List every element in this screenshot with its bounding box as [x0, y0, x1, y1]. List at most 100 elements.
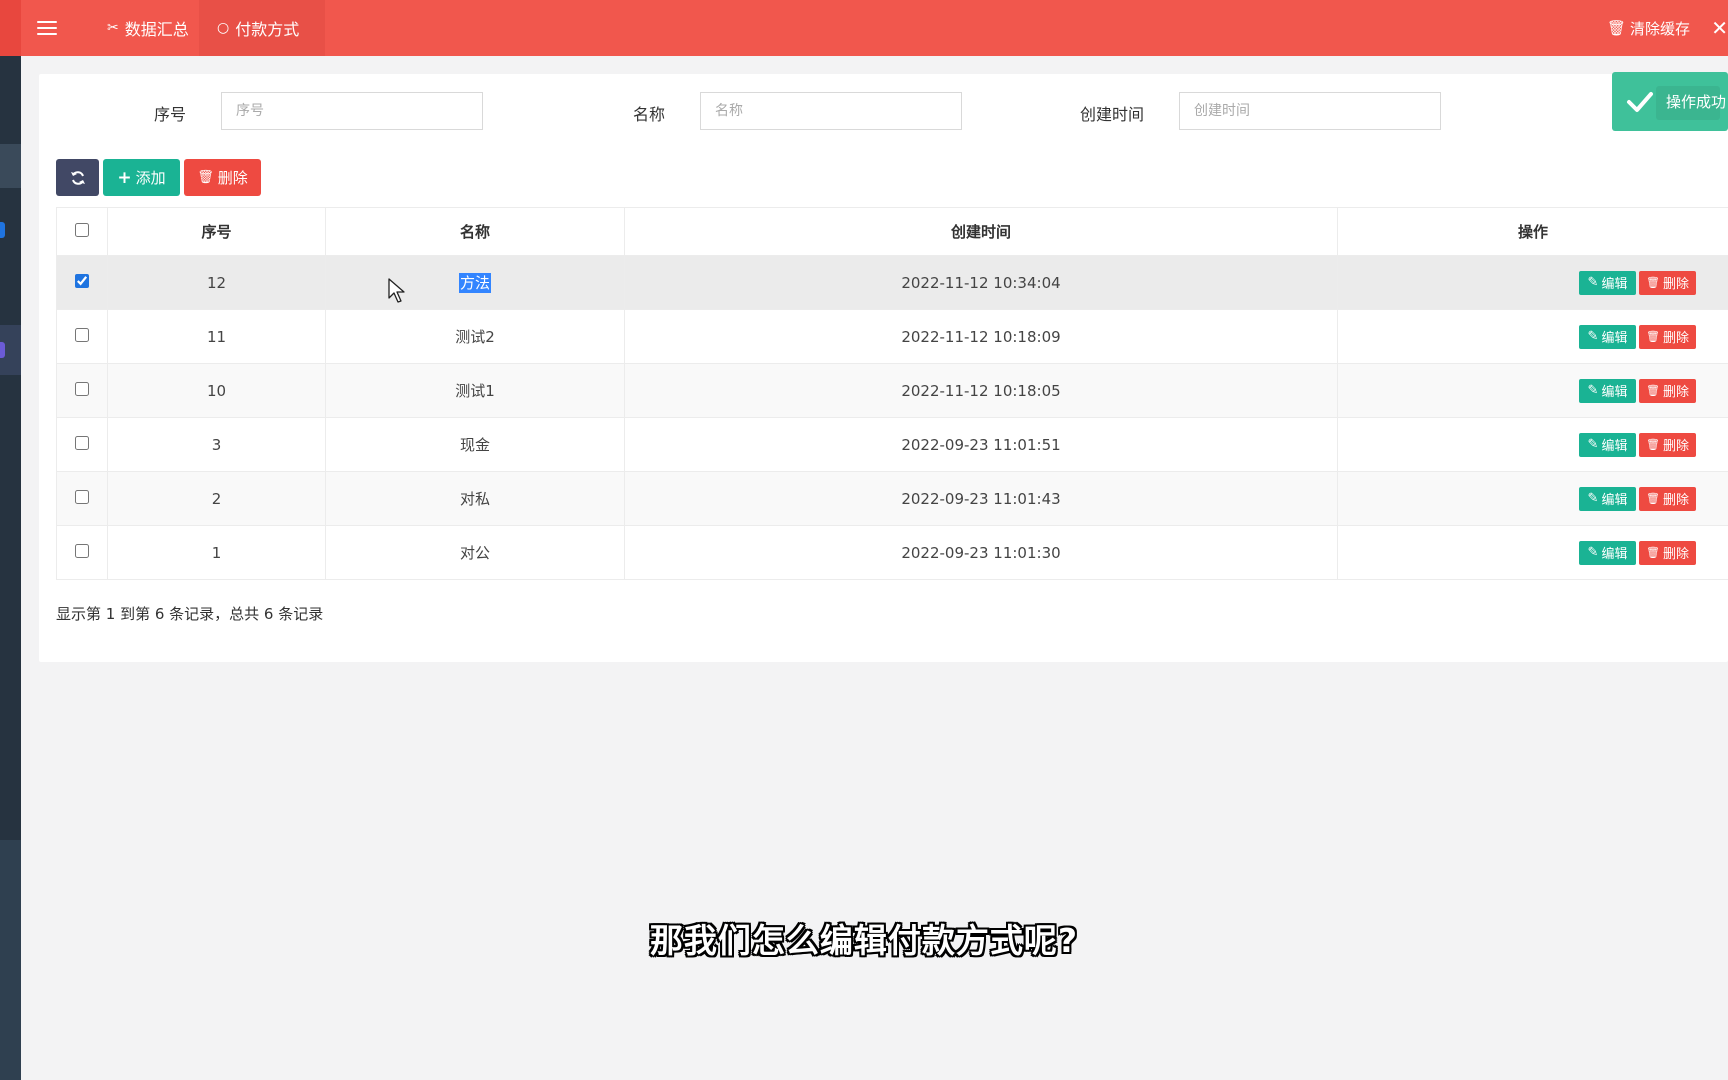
table-row[interactable]: 10 测试1 2022-11-12 10:18:05 ✎ 编辑 🗑 删除: [56, 363, 1728, 418]
hamburger-icon: [37, 21, 57, 23]
row-checkbox[interactable]: [75, 435, 89, 450]
cell-id-text: 2: [211, 489, 222, 508]
row-checkbox[interactable]: [75, 543, 89, 558]
edit-label: 编辑: [1601, 331, 1628, 346]
sidebar-item[interactable]: [0, 144, 21, 188]
cell-name: 方法: [325, 255, 625, 310]
column-header-created[interactable]: 创建时间: [624, 207, 1338, 256]
search-input-name[interactable]: [700, 92, 962, 130]
row-select-cell: [56, 255, 108, 310]
select-all-cell: [56, 207, 108, 256]
cell-created-text: 2022-09-23 11:01:30: [901, 543, 1061, 562]
mouse-cursor-icon: [388, 278, 405, 303]
row-select-cell: [56, 363, 108, 418]
cell-created: 2022-09-23 11:01:43: [624, 471, 1338, 526]
cell-actions: ✎ 编辑 🗑 删除: [1337, 471, 1728, 526]
edit-button[interactable]: ✎ 编辑: [1579, 486, 1636, 511]
edit-button[interactable]: ✎ 编辑: [1579, 324, 1636, 349]
row-select-cell: [56, 417, 108, 472]
trash-icon: 🗑: [1606, 19, 1626, 37]
circle-icon: ○: [217, 20, 230, 36]
search-input-id[interactable]: [221, 92, 483, 130]
trash-icon: 🗑: [1646, 492, 1660, 505]
cell-id: 1: [107, 525, 326, 580]
cell-actions: ✎ 编辑 🗑 删除: [1337, 525, 1728, 580]
table-row[interactable]: 1 对公 2022-09-23 11:01:30 ✎ 编辑 🗑 删除: [56, 525, 1728, 580]
pagination-info: 显示第 1 到第 6 条记录，总共 6 条记录: [56, 605, 324, 623]
cell-name-text: 对公: [459, 544, 490, 562]
cell-actions: ✎ 编辑 🗑 删除: [1337, 417, 1728, 472]
sidebar-marker: [0, 342, 5, 358]
delete-label: 删除: [1662, 547, 1689, 562]
row-select-cell: [56, 309, 108, 364]
add-button[interactable]: + 添加: [103, 159, 180, 196]
cell-id: 3: [107, 417, 326, 472]
cell-name: 测试1: [325, 363, 625, 418]
delete-button[interactable]: 🗑 删除: [1639, 432, 1696, 457]
delete-button[interactable]: 🗑 删除: [1639, 486, 1696, 511]
edit-label: 编辑: [1601, 493, 1628, 508]
table-row[interactable]: 2 对私 2022-09-23 11:01:43 ✎ 编辑 🗑 删除: [56, 471, 1728, 526]
delete-button[interactable]: 🗑 删除: [1639, 540, 1696, 565]
column-header-name[interactable]: 名称: [325, 207, 625, 256]
row-select-cell: [56, 471, 108, 526]
cell-actions: ✎ 编辑 🗑 删除: [1337, 309, 1728, 364]
edit-button[interactable]: ✎ 编辑: [1579, 540, 1636, 565]
edit-button[interactable]: ✎ 编辑: [1579, 378, 1636, 403]
cell-id-text: 1: [211, 543, 222, 562]
tab-payment-method[interactable]: ○ 付款方式: [199, 0, 325, 56]
refresh-button[interactable]: [56, 159, 99, 196]
edit-label: 编辑: [1601, 277, 1628, 292]
hamburger-icon-line: [37, 33, 57, 35]
tab-data-summary[interactable]: ✂ 数据汇总: [89, 0, 207, 56]
row-checkbox[interactable]: [75, 327, 89, 342]
video-subtitle: 那我们怎么编辑付款方式呢?: [649, 921, 1079, 960]
row-checkbox[interactable]: [75, 273, 89, 288]
trash-icon: 🗑: [1646, 438, 1660, 451]
delete-label: 删除: [1662, 493, 1689, 508]
cell-created-text: 2022-09-23 11:01:43: [901, 489, 1061, 508]
cell-name-text: 方法: [458, 273, 491, 293]
edit-label: 编辑: [1601, 385, 1628, 400]
table-row[interactable]: 11 测试2 2022-11-12 10:18:09 ✎ 编辑 🗑 删除: [56, 309, 1728, 364]
table-row[interactable]: 12 方法 2022-11-12 10:34:04 ✎ 编辑 🗑 删除: [56, 255, 1728, 310]
bulk-delete-button[interactable]: 🗑 删除: [184, 159, 261, 196]
delete-label: 删除: [1662, 277, 1689, 292]
cell-created: 2022-09-23 11:01:30: [624, 525, 1338, 580]
top-header: ✂ 数据汇总 ○ 付款方式 🗑 清除缓存 ✕: [21, 0, 1728, 56]
cell-name: 测试2: [325, 309, 625, 364]
row-checkbox[interactable]: [75, 381, 89, 396]
row-checkbox[interactable]: [75, 489, 89, 504]
column-header-id[interactable]: 序号: [107, 207, 326, 256]
search-label-created: 创建时间: [1080, 105, 1145, 124]
cell-created: 2022-11-12 10:34:04: [624, 255, 1338, 310]
edit-button[interactable]: ✎ 编辑: [1579, 432, 1636, 457]
trash-icon: 🗑: [197, 170, 214, 185]
table-row[interactable]: 3 现金 2022-09-23 11:01:51 ✎ 编辑 🗑 删除: [56, 417, 1728, 472]
pencil-icon: ✎: [1587, 329, 1599, 344]
delete-button[interactable]: 🗑 删除: [1639, 378, 1696, 403]
check-icon: [1627, 91, 1653, 112]
delete-button[interactable]: 🗑 删除: [1639, 324, 1696, 349]
delete-button[interactable]: 🗑 删除: [1639, 270, 1696, 295]
search-input-created[interactable]: [1179, 92, 1441, 130]
pencil-icon: ✎: [1587, 437, 1599, 452]
cell-name: 现金: [325, 417, 625, 472]
select-all-checkbox[interactable]: [75, 222, 89, 237]
delete-label: 删除: [1662, 385, 1689, 400]
search-label-name: 名称: [633, 105, 666, 124]
edit-button[interactable]: ✎ 编辑: [1579, 270, 1636, 295]
cell-id: 10: [107, 363, 326, 418]
delete-label: 删除: [1662, 331, 1689, 346]
fullscreen-close-icon[interactable]: ✕: [1711, 16, 1728, 40]
toast-text: 操作成功: [1666, 93, 1727, 111]
trash-icon: 🗑: [1646, 546, 1660, 559]
row-select-cell: [56, 525, 108, 580]
cell-name-text: 对私: [459, 490, 490, 508]
clear-cache-button[interactable]: 🗑 清除缓存: [1607, 0, 1690, 56]
menu-toggle-button[interactable]: [37, 16, 57, 40]
cell-created: 2022-11-12 10:18:05: [624, 363, 1338, 418]
clear-cache-label: 清除缓存: [1629, 19, 1690, 38]
pencil-icon: ✎: [1587, 491, 1599, 506]
pencil-icon: ✎: [1587, 275, 1599, 290]
